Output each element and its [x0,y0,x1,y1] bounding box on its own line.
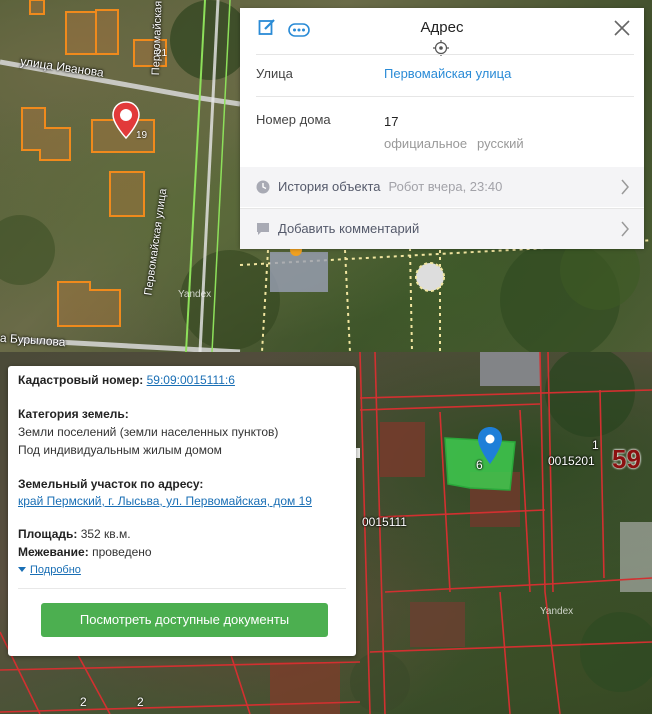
cadastral-number-link[interactable]: 59:09:0015111:6 [147,373,235,387]
parcel-address-label: Земельный участок по адресу: [18,477,204,491]
history-label: История объекта [278,179,381,194]
close-icon[interactable] [614,20,630,36]
house-number-label: Номер дома [256,112,331,127]
history-row-text: История объекта Робот вчера, 23:40 [278,179,502,194]
street-label: Улица [256,66,293,81]
address-panel-header: Адрес [240,8,644,56]
house-number-tag-lang: русский [477,136,524,151]
history-row[interactable]: История объекта Робот вчера, 23:40 [240,167,644,207]
add-comment-label: Добавить комментарий [278,221,420,236]
area-row: Площадь: 352 кв.м. [18,527,131,541]
block-number-0015111: 0015111 [362,515,407,529]
area-value: 352 кв.м. [80,527,131,541]
area-label: Площадь: [18,527,78,541]
details-toggle[interactable]: Подробно [18,562,81,576]
divider [18,588,346,589]
chevron-right-icon [621,221,629,237]
region-number: 59 [612,444,641,474]
divider [256,54,634,55]
triangle-down-icon [18,567,26,573]
cadastral-number-label: Кадастровый номер: [18,373,144,387]
house-number-value: 17 [384,114,399,129]
comment-icon [257,223,269,235]
survey-row: Межевание: проведено [18,545,152,559]
block-number-0015201-top: 1 [592,438,599,452]
cadastral-info-panel: Кадастровый номер: 59:09:0015111:6 Катег… [8,366,356,656]
parcel-marker-icon[interactable] [477,426,503,466]
survey-label: Межевание: [18,545,89,559]
street-value-link[interactable]: Первомайская улица [384,66,511,81]
cadastral-number-row: Кадастровый номер: 59:09:0015111:6 [18,373,235,387]
divider [256,96,634,97]
yandex-watermark-top: Yandex [178,289,212,300]
address-panel: Адрес Улица Первомайская улица Номер дом… [240,8,644,249]
location-pin-icon[interactable] [111,100,141,140]
details-link[interactable]: Подробно [30,564,81,576]
survey-value: проведено [92,545,152,559]
chevron-right-icon [621,179,629,195]
house-number-21: 21 [156,48,168,59]
land-category-label: Категория земель: [18,407,129,421]
block-number-0015201: 0015201 [548,454,595,468]
house-number-tag-official: официальное [384,136,468,151]
yandex-watermark-bottom: Yandex [540,606,574,617]
clock-icon [256,180,270,194]
parcel-address-link[interactable]: край Пермский, г. Лысьва, ул. Первомайск… [18,494,312,508]
house-number-2a: 2 [80,695,87,709]
address-panel-title: Адрес [420,19,464,36]
land-usage-value: Под индивидуальным жилым домом [18,443,222,457]
house-number-2b: 2 [137,695,144,709]
land-category-value: Земли поселений (земли населенных пункто… [18,425,279,439]
history-meta: Робот вчера, 23:40 [388,179,503,194]
view-documents-button[interactable]: Посмотреть доступные документы [41,603,328,637]
add-comment-row[interactable]: Добавить комментарий [240,209,644,249]
